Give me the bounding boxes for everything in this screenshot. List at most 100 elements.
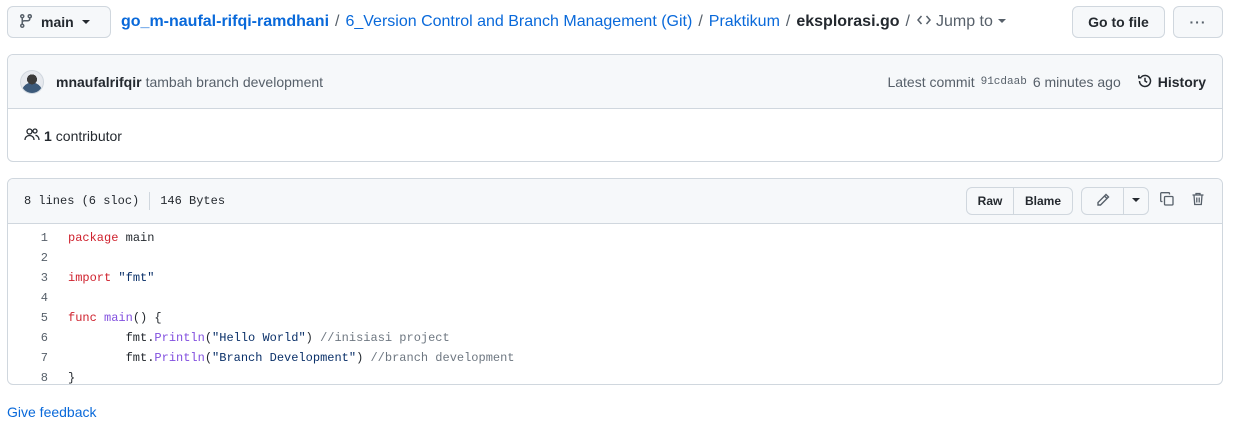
contributors-row[interactable]: 1 contributor [8,109,1222,161]
file-viewer: 8 lines (6 sloc) 146 Bytes Raw Blame 1 p… [7,178,1223,385]
jump-to-menu[interactable]: Jump to [916,12,1007,33]
edit-group [1081,187,1149,215]
copy-raw-button[interactable] [1153,187,1181,215]
code-token: Println [154,351,205,365]
line-number[interactable]: 5 [8,311,48,325]
breadcrumb-repo-link[interactable]: go_m-naufal-rifqi-ramdhani [121,13,329,31]
code-token: package [68,231,119,245]
chevron-down-icon [1131,194,1141,208]
code-token: ( [204,351,213,365]
code-line: 6 fmt.Println("Hello World") //inisiasi … [8,328,1222,348]
chevron-down-icon [997,13,1007,31]
commit-message-link[interactable]: tambah branch development [146,74,323,90]
code-line: 7 fmt.Println("Branch Development") //br… [8,348,1222,368]
code-view: 1 package main 2 3 import "fmt" 4 5 func main()… [8,224,1222,385]
more-options-button[interactable]: ··· [1173,6,1223,38]
code-token: main [104,311,133,325]
history-link[interactable]: History [1137,73,1206,92]
kebab-icon: ··· [1189,14,1207,30]
line-number[interactable]: 4 [8,291,48,305]
line-content: } [48,371,76,385]
file-line-count: 8 lines (6 sloc) [24,194,140,208]
raw-button[interactable]: Raw [967,188,1014,214]
code-line: 4 [8,288,1222,308]
delete-file-button[interactable] [1184,187,1212,215]
breadcrumb-subfolder-link[interactable]: Praktikum [709,13,780,31]
contributor-count: 1 [44,127,52,144]
jump-to-label: Jump to [935,13,993,30]
latest-commit-label: Latest commit [887,74,975,90]
history-label: History [1157,74,1206,90]
code-token: ( [204,331,213,345]
commit-box: mnaufalrifqir tambah branch development … [7,54,1223,162]
history-icon [1137,73,1153,92]
go-to-file-button[interactable]: Go to file [1072,6,1165,38]
code-token: ) [305,331,321,345]
breadcrumb-folder-link[interactable]: 6_Version Control and Branch Management … [345,13,692,31]
breadcrumb-separator: / [785,13,791,30]
line-number[interactable]: 3 [8,271,48,285]
code-token: //branch development [370,351,515,365]
code-token: ) [356,351,371,365]
latest-commit-row: mnaufalrifqir tambah branch development … [8,55,1222,109]
code-token: "fmt" [118,271,155,285]
code-line: 2 [8,248,1222,268]
give-feedback-link[interactable]: Give feedback [7,404,97,420]
code-token: () { [132,311,162,325]
breadcrumb: go_m-naufal-rifqi-ramdhani / 6_Version C… [121,6,1007,38]
code-line: 1 package main [8,228,1222,248]
line-content: package main [48,231,154,245]
line-content: import "fmt" [48,271,154,285]
line-number[interactable]: 6 [8,331,48,345]
line-content: fmt.Println("Branch Development") //bran… [48,351,515,365]
commit-meta: Latest commit 91cdaab 6 minutes ago Hist… [887,55,1206,109]
code-token: "Branch Development" [212,351,357,365]
code-line: 3 import "fmt" [8,268,1222,288]
file-actions: Raw Blame [966,187,1212,215]
code-icon [916,12,932,33]
file-size: 146 Bytes [160,194,226,208]
line-number[interactable]: 8 [8,371,48,384]
avatar[interactable] [20,69,44,94]
branch-name: main [41,14,74,30]
code-line: 8} [8,368,1222,385]
code-token: //inisiasi project [320,331,450,345]
git-branch-icon [18,13,34,32]
contributor-label: contributor [55,127,122,144]
commit-sha-link[interactable]: 91cdaab [981,76,1027,88]
code-token: } [68,371,76,385]
pencil-icon [1095,192,1111,211]
code-token: "Hello World" [212,331,306,345]
edit-button[interactable] [1082,188,1124,214]
line-content: fmt.Println("Hello World") //inisiasi pr… [48,331,450,345]
copy-icon [1159,191,1175,211]
chevron-down-icon [81,14,91,30]
line-number[interactable]: 2 [8,251,48,265]
code-line: 5 func main() { [8,308,1222,328]
commit-time: 6 minutes ago [1032,74,1121,90]
file-header: 8 lines (6 sloc) 146 Bytes Raw Blame [8,179,1222,224]
line-number[interactable]: 1 [8,231,48,245]
top-bar: main go_m-naufal-rifqi-ramdhani / 6_Vers… [7,6,1223,38]
edit-dropdown-button[interactable] [1124,188,1148,214]
breadcrumb-separator: / [335,13,340,30]
code-token: main [118,231,155,245]
people-icon [24,126,40,145]
breadcrumb-separator: / [698,13,703,30]
line-content: func main() { [48,311,162,325]
blame-button[interactable]: Blame [1014,188,1072,214]
branch-selector-button[interactable]: main [7,6,111,38]
raw-blame-group: Raw Blame [966,187,1073,215]
trash-icon [1190,191,1206,211]
code-token: fmt. [68,331,155,345]
file-info-divider [149,192,151,210]
code-token: import [68,271,112,285]
code-token: func [68,311,97,325]
line-number[interactable]: 7 [8,351,48,365]
breadcrumb-file-name: eksplorasi.go [796,13,900,30]
code-token: Println [154,331,205,345]
commit-author-link[interactable]: mnaufalrifqir [56,74,142,90]
code-token: fmt. [68,351,155,365]
breadcrumb-separator: / [905,13,910,30]
